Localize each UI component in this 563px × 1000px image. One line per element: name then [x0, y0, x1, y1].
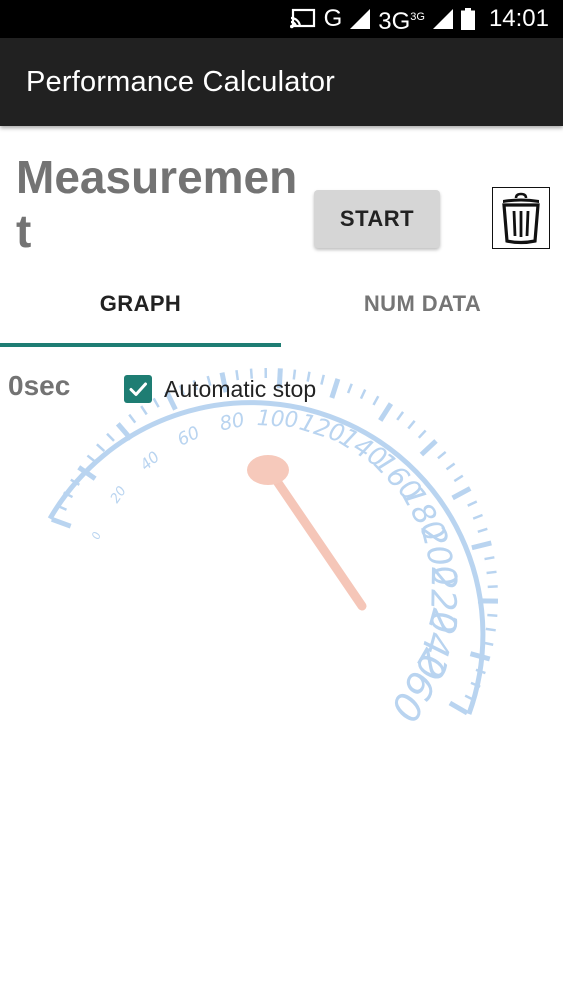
tab-num-data[interactable]: NUM DATA	[282, 260, 563, 348]
gauge-minor-tick	[359, 389, 367, 400]
gauge-label: 80	[217, 408, 246, 436]
gauge-major-tick	[471, 540, 492, 551]
delete-button[interactable]	[492, 187, 550, 249]
status-time: 14:01	[488, 5, 549, 32]
gauge-minor-tick	[486, 570, 497, 575]
cast-icon	[289, 8, 316, 30]
gauge-major-tick	[451, 486, 472, 501]
gauge-label: 0	[89, 530, 104, 541]
gauge-minor-tick	[453, 474, 464, 483]
start-button[interactable]: START	[314, 190, 440, 248]
app-bar: Performance Calculator	[0, 38, 563, 126]
gauge-major-tick	[419, 439, 438, 457]
network-g-label: G	[323, 5, 343, 32]
gauge-major-tick	[469, 651, 491, 662]
tab-graph[interactable]: GRAPH	[0, 260, 281, 348]
trash-icon	[499, 191, 543, 245]
status-bar: G 3G3G 14:01	[0, 0, 563, 38]
gauge-minor-tick	[472, 513, 483, 520]
signal-icon	[350, 9, 371, 29]
gauge-minor-tick	[106, 432, 115, 442]
automatic-stop-label: Automatic stop	[164, 375, 317, 402]
gauge-major-tick	[329, 378, 341, 399]
automatic-stop-checkbox[interactable]: Automatic stop	[124, 374, 316, 404]
checkbox-checked-icon[interactable]	[124, 375, 152, 403]
gauge-label: 60	[174, 423, 203, 451]
gauge-minor-tick	[396, 411, 405, 421]
status-icons: G 3G3G 14:01	[289, 0, 549, 41]
gauge-major-tick	[115, 422, 133, 441]
speedometer-watermark: 020406080 100120140160180200220240260	[47, 367, 499, 728]
gauge-minor-tick	[96, 443, 106, 452]
gauge-minor-tick	[445, 462, 456, 471]
gauge-minor-tick	[417, 429, 427, 439]
gauge-major-tick	[448, 700, 469, 716]
gauge-needle	[247, 455, 367, 611]
gauge-minor-tick	[484, 556, 495, 561]
gauge-minor-tick	[140, 405, 148, 416]
gauge-minor-tick	[467, 500, 478, 507]
network-3g-text: 3G	[378, 7, 411, 35]
gauge-label: 20	[108, 484, 130, 506]
gauge-labels: 020406080 100120140160180200220240260	[89, 406, 466, 728]
gauge-minor-tick	[407, 420, 416, 430]
gauge-minor-tick	[437, 450, 447, 460]
gauge-major-tick	[51, 516, 72, 529]
app-title: Performance Calculator	[26, 66, 336, 98]
gauge-minor-tick	[477, 527, 488, 534]
gauge-minor-tick	[86, 454, 97, 463]
network-3g-label: 3G3G	[378, 0, 425, 41]
gauge-minor-tick	[487, 585, 498, 589]
network-3g-sup: 3G	[410, 10, 425, 23]
gauge-minor-tick	[372, 395, 380, 406]
gauge-label: 100	[256, 406, 299, 433]
gauge-label: 40	[137, 448, 163, 474]
signal-icon-2	[432, 9, 453, 29]
gauge-minor-tick	[346, 383, 353, 394]
tab-bar: GRAPH NUM DATA	[0, 260, 563, 348]
gauge-minor-tick	[485, 627, 496, 632]
gauge-minor-tick	[487, 613, 498, 617]
tab-indicator	[0, 343, 281, 347]
measurement-title: Measurement	[16, 151, 298, 257]
gauge-major-tick	[378, 402, 394, 422]
elapsed-time: 0sec	[8, 370, 71, 401]
battery-icon	[460, 8, 475, 30]
gauge-minor-tick	[320, 374, 326, 385]
gauge-minor-tick	[128, 413, 137, 424]
